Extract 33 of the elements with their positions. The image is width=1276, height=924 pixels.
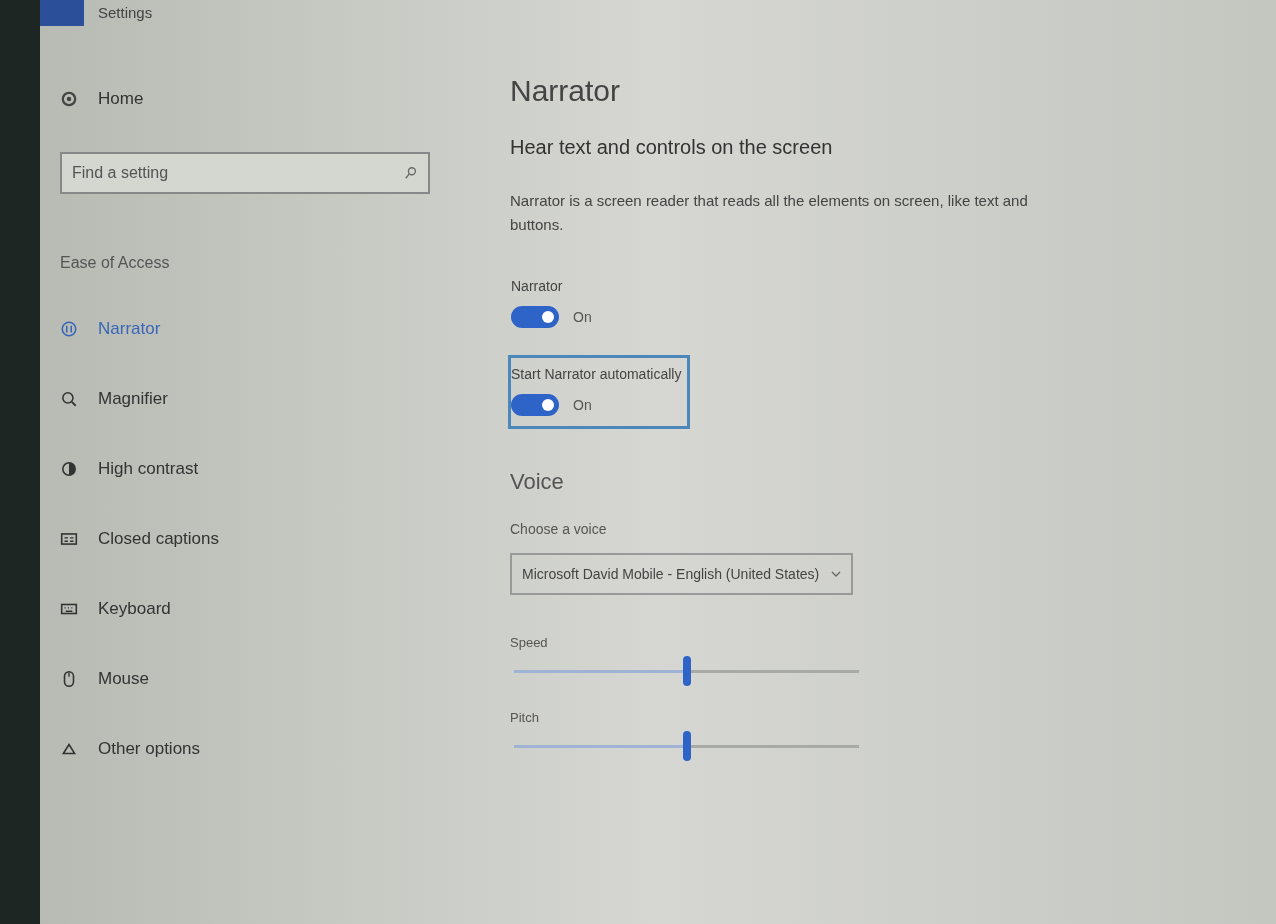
field-label: Choose a voice [510,521,607,537]
slider-label: Speed [510,635,548,650]
toggle-label: Start Narrator automatically [511,366,682,382]
toggle-state: On [573,309,592,325]
toggle-switch[interactable] [511,306,559,328]
search-icon [404,166,418,180]
slider-label: Pitch [510,710,539,725]
home-nav-item[interactable]: Home [60,84,470,114]
slider-thumb[interactable] [682,656,691,686]
sidebar-item[interactable]: Mouse [60,644,470,714]
description-text: Narrator is a screen reader that reads all the elements on screen, like text and buttons. [510,191,1029,235]
window-title: Settings [98,3,153,21]
sidebar-item[interactable]: Other options [60,714,470,784]
sidebar-item[interactable]: High contrast [60,434,470,504]
captions-icon [60,530,78,548]
toggle-switch[interactable] [511,394,559,416]
chevron-down-icon [831,569,842,579]
sidebar-item[interactable]: Keyboard [60,574,470,644]
sidebar-item[interactable]: Closed captions [60,504,470,574]
section-heading: Ease of Access [60,254,171,272]
search-field[interactable]: Find a setting [60,152,430,194]
contrast-icon [60,460,78,478]
page-title: Narrator [510,74,621,108]
magnifier-icon [60,390,78,408]
section-heading: Voice [510,469,564,495]
toggle-label: Narrator [511,278,564,294]
page-subtitle: Hear text and controls on the screen [510,136,833,159]
app-logo-icon [40,0,84,26]
gear-icon [60,90,78,108]
slider-thumb[interactable] [682,731,691,761]
toggle-state: On [573,397,592,413]
sidebar-item[interactable]: Magnifier [60,364,470,434]
voice-dropdown[interactable]: Microsoft David Mobile - English (United States) [510,553,854,595]
